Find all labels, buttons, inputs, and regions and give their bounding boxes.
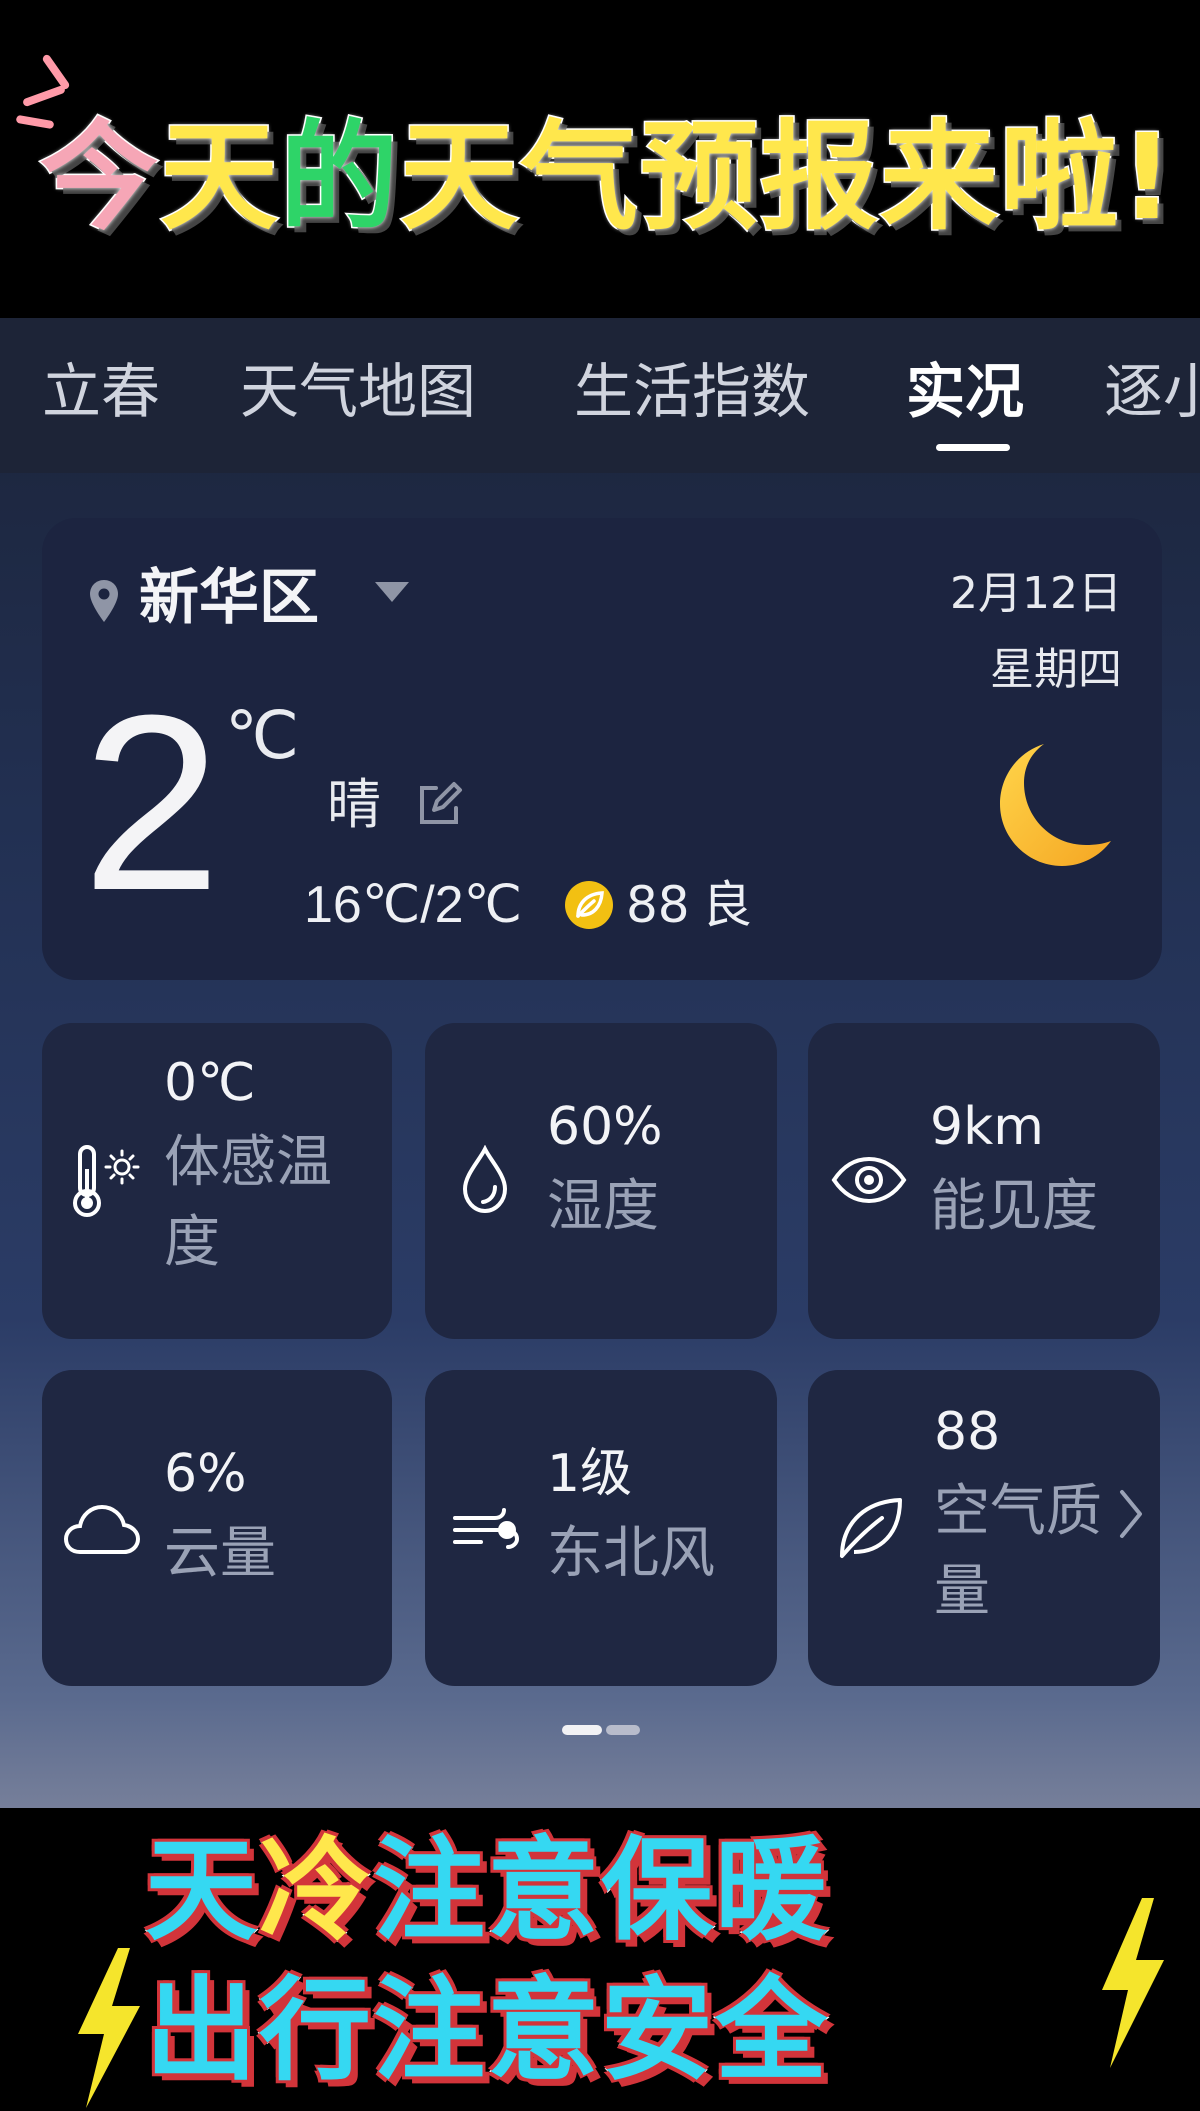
humidity-label: 湿度 xyxy=(547,1174,659,1239)
cloud-icon xyxy=(63,1504,141,1554)
banner-char: 注 xyxy=(372,1825,487,1957)
metric-card-wind[interactable]: 1级 东北风 xyxy=(425,1370,777,1686)
weather-condition: 晴 xyxy=(327,773,381,836)
banner-char: 行 xyxy=(258,1965,373,2097)
aqi-value: 88 xyxy=(626,876,690,934)
weather-app: 立春 天气地图 生活指数 实况 逐小 新华区 2月12日 星期四 2 ℃ 晴 1… xyxy=(0,318,1200,1808)
banner-char: 报 xyxy=(759,107,881,248)
slogan-line-2: 出行注意安全 xyxy=(144,1965,1145,2097)
location-pin-icon xyxy=(90,580,118,622)
date-text: 2月12日 xyxy=(950,568,1122,619)
banner-char: 注 xyxy=(372,1965,487,2097)
tab-weather-map[interactable]: 天气地图 xyxy=(240,356,476,428)
wind-direction-label: 东北风 xyxy=(547,1521,715,1586)
bottom-banner: 天冷注意保暖 出行注意安全 xyxy=(0,1808,1200,2111)
banner-char: 天 xyxy=(159,107,281,248)
banner-char: 出 xyxy=(144,1965,259,2097)
temperature-unit: ℃ xyxy=(225,697,300,774)
banner-char: 冷 xyxy=(258,1825,373,1957)
metric-card-humidity[interactable]: 60% 湿度 xyxy=(425,1023,777,1339)
temperature-range: 16℃/2℃ xyxy=(304,876,523,934)
tab-lichun[interactable]: 立春 xyxy=(42,356,160,428)
banner-char: 全 xyxy=(714,1965,829,2097)
page-dot-active[interactable] xyxy=(562,1725,602,1735)
headline: 今天的天气预报来啦! xyxy=(38,102,1190,252)
feels-like-label: 体感温度 xyxy=(164,1130,332,1275)
banner-char: 今 xyxy=(38,107,161,248)
banner-char: ! xyxy=(1119,107,1176,248)
banner-char: 暖 xyxy=(714,1825,829,1957)
banner-char: 气 xyxy=(519,107,641,248)
burst-line xyxy=(41,53,71,91)
water-drop-icon xyxy=(462,1145,508,1214)
wind-icon xyxy=(453,1508,520,1549)
banner-char: 的 xyxy=(279,107,401,248)
eye-icon xyxy=(831,1156,907,1204)
current-weather-card[interactable]: 新华区 2月12日 星期四 2 ℃ 晴 16℃/2℃ 88 良 xyxy=(42,518,1162,980)
air-quality-value: 88 xyxy=(934,1402,1001,1462)
lightning-bolt-icon xyxy=(1102,1898,1164,2068)
feels-like-value: 0℃ xyxy=(164,1053,256,1113)
dropdown-icon[interactable] xyxy=(375,582,409,602)
cloud-cover-value: 6% xyxy=(164,1444,247,1504)
metric-card-visibility[interactable]: 9km 能见度 xyxy=(808,1023,1160,1339)
humidity-value: 60% xyxy=(547,1097,663,1157)
chevron-right-icon[interactable] xyxy=(1118,1488,1144,1540)
tab-bar: 立春 天气地图 生活指数 实况 逐小 xyxy=(0,318,1200,473)
aqi-level: 良 xyxy=(702,876,752,934)
banner-char: 啦 xyxy=(999,107,1121,248)
wind-level-value: 1级 xyxy=(547,1444,633,1504)
cloud-cover-label: 云量 xyxy=(164,1521,276,1586)
thermometer-sun-icon xyxy=(73,1145,140,1217)
tab-live[interactable]: 实况 xyxy=(906,356,1024,428)
aqi-leaf-icon xyxy=(565,881,613,929)
edit-icon[interactable] xyxy=(414,780,464,830)
visibility-label: 能见度 xyxy=(930,1174,1098,1239)
current-temperature: 2 xyxy=(82,663,222,942)
page-dot[interactable] xyxy=(606,1725,640,1735)
visibility-value: 9km xyxy=(930,1097,1044,1157)
leaf-icon xyxy=(840,1498,902,1558)
metric-card-air-quality[interactable]: 88 空气质量 xyxy=(808,1370,1160,1686)
top-banner: 今天的天气预报来啦! xyxy=(0,0,1200,318)
weekday-text: 星期四 xyxy=(990,644,1122,695)
metric-card-cloud-cover[interactable]: 6% 云量 xyxy=(42,1370,392,1686)
banner-char: 预 xyxy=(639,107,761,248)
active-tab-indicator xyxy=(936,444,1010,451)
banner-char: 安 xyxy=(600,1965,715,2097)
banner-char: 意 xyxy=(486,1965,601,2097)
air-quality-label: 空气质量 xyxy=(934,1479,1102,1624)
slogan-line-1: 天冷注意保暖 xyxy=(144,1825,1145,1957)
banner-char: 意 xyxy=(486,1825,601,1957)
tab-hourly[interactable]: 逐小 xyxy=(1104,356,1200,428)
banner-char: 保 xyxy=(600,1825,715,1957)
page-indicator xyxy=(562,1725,640,1735)
location-name[interactable]: 新华区 xyxy=(139,558,319,638)
moon-icon xyxy=(1000,744,1111,866)
tab-life-index[interactable]: 生活指数 xyxy=(574,356,810,428)
metric-card-feels-like[interactable]: 0℃ 体感温度 xyxy=(42,1023,392,1339)
banner-char: 天 xyxy=(399,107,521,248)
lightning-bolt-icon xyxy=(78,1948,140,2108)
banner-char: 来 xyxy=(879,107,1001,248)
banner-char: 天 xyxy=(144,1825,259,1957)
